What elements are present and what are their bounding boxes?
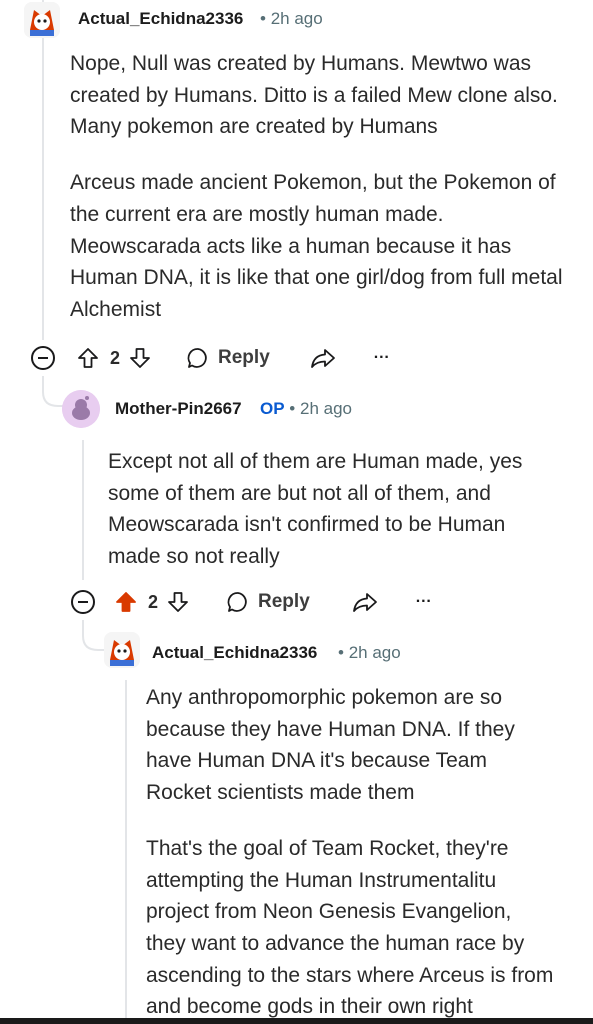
- speech-bubble-icon: [227, 592, 247, 612]
- comment-actions: 2 Reply ···: [30, 340, 390, 376]
- comment-meta: • 2h ago: [260, 9, 323, 29]
- comment-paragraph: Arceus made ancient Pokemon, but the Pok…: [70, 171, 563, 321]
- collapse-minus-icon: [31, 346, 55, 370]
- op-badge: OP: [260, 399, 285, 418]
- comment-body: Nope, Null was created by Humans. Mewtwo…: [70, 48, 570, 326]
- separator-dot: •: [338, 643, 344, 662]
- upvote-arrow-icon: [78, 348, 98, 368]
- upvote-arrow-icon: [116, 592, 136, 612]
- speech-bubble-icon: [187, 348, 207, 368]
- username[interactable]: Mother-Pin2667: [115, 399, 242, 419]
- separator-dot: •: [260, 9, 266, 28]
- collapse-minus-icon: [71, 590, 95, 614]
- reply-label: Reply: [258, 591, 310, 612]
- avatar[interactable]: [104, 632, 140, 668]
- comment-paragraph: That's the goal of Team Rocket, they're …: [146, 836, 554, 1019]
- comment-paragraph: Any anthropomorphic pokemon are so becau…: [146, 686, 515, 805]
- downvote-arrow-icon: [130, 348, 150, 368]
- avatar[interactable]: [24, 2, 60, 38]
- share-button[interactable]: [310, 346, 336, 370]
- reply-button[interactable]: Reply: [186, 346, 270, 370]
- thread-line: [42, 0, 44, 340]
- snoo-avatar-icon: [104, 632, 140, 668]
- snoo-avatar-icon: [24, 2, 60, 38]
- comment-body: Except not all of them are Human made, y…: [108, 446, 548, 573]
- thread-line: [82, 440, 84, 580]
- screen-bottom-edge: [0, 1018, 593, 1024]
- timestamp: 2h ago: [299, 399, 352, 418]
- comment-actions: 2 Reply ···: [70, 584, 432, 620]
- username[interactable]: Actual_Echidna2336: [78, 9, 243, 29]
- share-arrow-icon: [352, 593, 377, 612]
- more-button[interactable]: ···: [416, 593, 432, 611]
- comment-meta: OP • 2h ago: [260, 399, 352, 419]
- collapse-button[interactable]: [30, 345, 56, 371]
- comment-body: Any anthropomorphic pokemon are so becau…: [146, 682, 556, 1023]
- collapse-button[interactable]: [70, 589, 96, 615]
- vote-count: 2: [110, 347, 121, 368]
- upvote-button[interactable]: [114, 590, 138, 614]
- timestamp: 2h ago: [270, 9, 323, 28]
- more-dots-icon: ···: [373, 349, 390, 366]
- downvote-button[interactable]: [128, 346, 152, 370]
- downvote-button[interactable]: [166, 590, 190, 614]
- reply-button[interactable]: Reply: [226, 590, 310, 614]
- reply-label: Reply: [218, 347, 270, 368]
- comment-meta: • 2h ago: [338, 643, 401, 663]
- upvote-button[interactable]: [76, 346, 100, 370]
- more-dots-icon: ···: [415, 593, 432, 610]
- snoo-avatar-icon: [62, 390, 100, 428]
- share-button[interactable]: [352, 590, 378, 614]
- share-arrow-icon: [310, 349, 335, 368]
- downvote-arrow-icon: [168, 592, 188, 612]
- vote-count: 2: [148, 591, 159, 612]
- comment-paragraph: Nope, Null was created by Humans. Mewtwo…: [70, 52, 558, 139]
- username[interactable]: Actual_Echidna2336: [152, 643, 317, 663]
- timestamp: 2h ago: [348, 643, 401, 662]
- thread-line: [125, 680, 127, 1024]
- comment-paragraph: Except not all of them are Human made, y…: [108, 450, 523, 569]
- avatar[interactable]: [62, 390, 100, 428]
- more-button[interactable]: ···: [374, 349, 390, 367]
- separator-dot: •: [289, 399, 296, 418]
